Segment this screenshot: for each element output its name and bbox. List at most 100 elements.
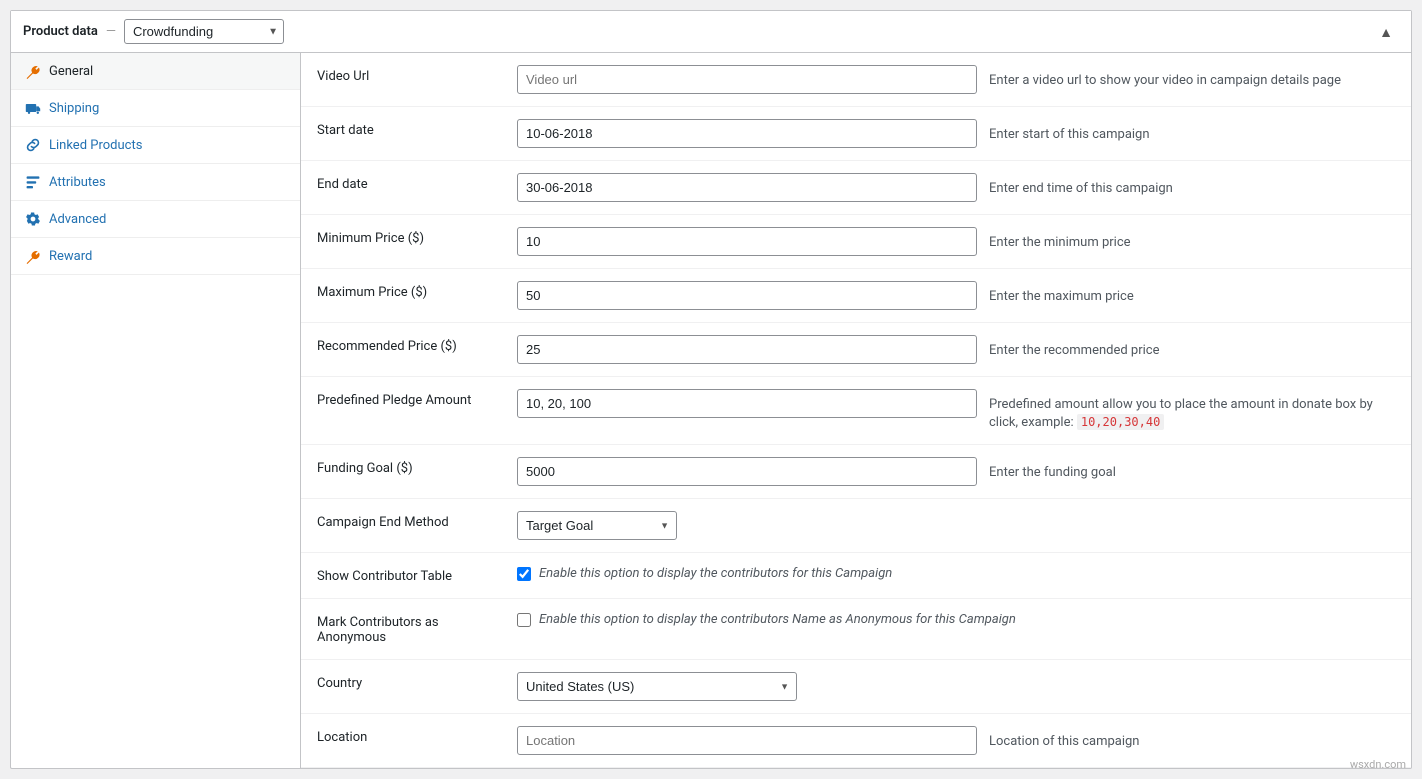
- show-contributor-row: Show Contributor Table Enable this optio…: [301, 553, 1411, 599]
- country-field-cell: United States (US) United Kingdom (UK) C…: [501, 660, 1411, 714]
- sidebar-item-reward[interactable]: Reward: [11, 238, 300, 275]
- sidebar-item-advanced-label: Advanced: [49, 212, 106, 227]
- sidebar-item-attributes[interactable]: Attributes: [11, 164, 300, 201]
- maximum-price-input[interactable]: [517, 281, 977, 310]
- minimum-price-field-cell: Enter the minimum price: [501, 215, 1411, 269]
- minimum-price-input[interactable]: [517, 227, 977, 256]
- show-contributor-field-cell: Enable this option to display the contri…: [501, 553, 1411, 599]
- product-data-body: General Shipping Linked Products Attribu…: [11, 53, 1411, 768]
- minimum-price-label: Minimum Price ($): [301, 215, 501, 269]
- location-input[interactable]: [517, 726, 977, 755]
- show-contributor-hint: Enable this option to display the contri…: [539, 565, 892, 583]
- video-url-label: Video Url: [301, 53, 501, 107]
- campaign-end-method-select[interactable]: Target Goal End Date Both: [517, 511, 677, 540]
- location-group: Location of this campaign: [517, 726, 1395, 755]
- maximum-price-hint: Enter the maximum price: [989, 281, 1395, 306]
- funding-goal-input[interactable]: [517, 457, 977, 486]
- campaign-end-method-field-cell: Target Goal End Date Both: [501, 499, 1411, 553]
- maximum-price-label: Maximum Price ($): [301, 269, 501, 323]
- recommended-price-hint: Enter the recommended price: [989, 335, 1395, 360]
- predefined-pledge-label: Predefined Pledge Amount: [301, 377, 501, 445]
- sidebar: General Shipping Linked Products Attribu…: [11, 53, 301, 768]
- minimum-price-group: Enter the minimum price: [517, 227, 1395, 256]
- end-date-row: End date Enter end time of this campaign: [301, 161, 1411, 215]
- attributes-icon: [25, 174, 41, 190]
- header-dash: —: [106, 24, 116, 39]
- mark-anonymous-field-cell: Enable this option to display the contri…: [501, 599, 1411, 660]
- video-url-field-cell: Enter a video url to show your video in …: [501, 53, 1411, 107]
- mark-anonymous-checkbox-row: Enable this option to display the contri…: [517, 611, 1395, 629]
- predefined-pledge-group: Predefined amount allow you to place the…: [517, 389, 1395, 432]
- product-data-panel: Product data — Crowdfunding Simple produ…: [10, 10, 1412, 769]
- minimum-price-row: Minimum Price ($) Enter the minimum pric…: [301, 215, 1411, 269]
- sidebar-item-general[interactable]: General: [11, 53, 300, 90]
- product-type-select-wrapper[interactable]: Crowdfunding Simple product Grouped prod…: [124, 19, 284, 44]
- start-date-group: Enter start of this campaign: [517, 119, 1395, 148]
- video-url-hint: Enter a video url to show your video in …: [989, 65, 1395, 90]
- link-icon: [25, 137, 41, 153]
- start-date-field-cell: Enter start of this campaign: [501, 107, 1411, 161]
- location-row: Location Location of this campaign: [301, 714, 1411, 768]
- funding-goal-hint: Enter the funding goal: [989, 457, 1395, 482]
- video-url-row: Video Url Enter a video url to show your…: [301, 53, 1411, 107]
- video-url-input[interactable]: [517, 65, 977, 94]
- recommended-price-field-cell: Enter the recommended price: [501, 323, 1411, 377]
- campaign-end-method-select-wrapper[interactable]: Target Goal End Date Both: [517, 511, 677, 540]
- start-date-input[interactable]: [517, 119, 977, 148]
- product-data-title: Product data: [23, 24, 98, 39]
- gear-icon: [25, 211, 41, 227]
- funding-goal-group: Enter the funding goal: [517, 457, 1395, 486]
- start-date-label: Start date: [301, 107, 501, 161]
- wrench-icon: [25, 63, 41, 79]
- show-contributor-label: Show Contributor Table: [301, 553, 501, 599]
- sidebar-item-attributes-label: Attributes: [49, 175, 106, 190]
- sidebar-item-linked-products-label: Linked Products: [49, 138, 142, 153]
- recommended-price-row: Recommended Price ($) Enter the recommen…: [301, 323, 1411, 377]
- sidebar-item-shipping[interactable]: Shipping: [11, 90, 300, 127]
- collapse-button[interactable]: ▲: [1373, 22, 1399, 42]
- funding-goal-label: Funding Goal ($): [301, 445, 501, 499]
- predefined-pledge-row: Predefined Pledge Amount Predefined amou…: [301, 377, 1411, 445]
- funding-goal-field-cell: Enter the funding goal: [501, 445, 1411, 499]
- recommended-price-input[interactable]: [517, 335, 977, 364]
- watermark: wsxdn.com: [1350, 758, 1406, 771]
- sidebar-item-linked-products[interactable]: Linked Products: [11, 127, 300, 164]
- product-data-header: Product data — Crowdfunding Simple produ…: [11, 11, 1411, 53]
- mark-anonymous-hint: Enable this option to display the contri…: [539, 611, 1016, 629]
- predefined-pledge-code: 10,20,30,40: [1077, 414, 1164, 430]
- country-select-wrapper[interactable]: United States (US) United Kingdom (UK) C…: [517, 672, 797, 701]
- predefined-pledge-hint: Predefined amount allow you to place the…: [989, 389, 1395, 432]
- predefined-pledge-field-cell: Predefined amount allow you to place the…: [501, 377, 1411, 445]
- location-hint: Location of this campaign: [989, 726, 1395, 751]
- show-contributor-checkbox-row: Enable this option to display the contri…: [517, 565, 1395, 583]
- header-left: Product data — Crowdfunding Simple produ…: [23, 19, 284, 44]
- sidebar-item-advanced[interactable]: Advanced: [11, 201, 300, 238]
- start-date-row: Start date Enter start of this campaign: [301, 107, 1411, 161]
- start-date-hint: Enter start of this campaign: [989, 119, 1395, 144]
- location-field-cell: Location of this campaign: [501, 714, 1411, 768]
- main-content: Video Url Enter a video url to show your…: [301, 53, 1411, 768]
- sidebar-item-reward-label: Reward: [49, 249, 92, 264]
- maximum-price-field-cell: Enter the maximum price: [501, 269, 1411, 323]
- mark-anonymous-checkbox[interactable]: [517, 613, 531, 627]
- end-date-label: End date: [301, 161, 501, 215]
- sidebar-item-general-label: General: [49, 64, 93, 79]
- shipping-icon: [25, 100, 41, 116]
- form-table: Video Url Enter a video url to show your…: [301, 53, 1411, 768]
- mark-anonymous-label: Mark Contributors as Anonymous: [301, 599, 501, 660]
- end-date-hint: Enter end time of this campaign: [989, 173, 1395, 198]
- country-row: Country United States (US) United Kingdo…: [301, 660, 1411, 714]
- mark-anonymous-row: Mark Contributors as Anonymous Enable th…: [301, 599, 1411, 660]
- end-date-input[interactable]: [517, 173, 977, 202]
- country-select[interactable]: United States (US) United Kingdom (UK) C…: [517, 672, 797, 701]
- recommended-price-label: Recommended Price ($): [301, 323, 501, 377]
- predefined-pledge-input[interactable]: [517, 389, 977, 418]
- video-url-group: Enter a video url to show your video in …: [517, 65, 1395, 94]
- end-date-group: Enter end time of this campaign: [517, 173, 1395, 202]
- campaign-end-method-row: Campaign End Method Target Goal End Date…: [301, 499, 1411, 553]
- show-contributor-checkbox[interactable]: [517, 567, 531, 581]
- end-date-field-cell: Enter end time of this campaign: [501, 161, 1411, 215]
- location-label: Location: [301, 714, 501, 768]
- product-type-select[interactable]: Crowdfunding Simple product Grouped prod…: [124, 19, 284, 44]
- country-label: Country: [301, 660, 501, 714]
